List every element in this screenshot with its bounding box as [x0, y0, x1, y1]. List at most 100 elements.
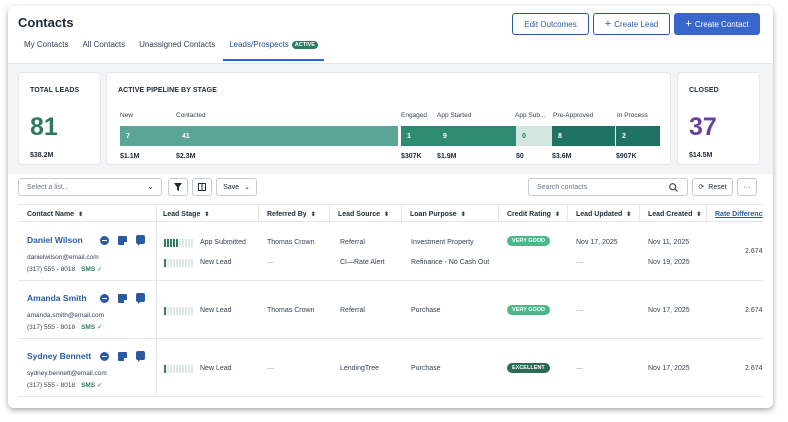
edit-outcomes-button[interactable]: Edit Outcomes — [512, 13, 589, 35]
message-icon[interactable] — [136, 351, 145, 362]
meter-segment — [164, 239, 166, 247]
rate-difference: 2.674 — [745, 307, 763, 314]
note-icon[interactable] — [118, 352, 127, 361]
column-header[interactable]: Rate Difference — [715, 205, 763, 223]
stage-amount: $2.3M — [176, 153, 196, 160]
meter-segment — [188, 307, 190, 315]
lead-updated: — — [576, 365, 583, 372]
meter-segment — [176, 307, 178, 315]
stage-count: 7 — [126, 132, 130, 140]
meter-segment — [173, 239, 175, 247]
meter-segment — [176, 365, 178, 373]
rate-difference: 2.674 — [745, 248, 763, 255]
active-badge: ACTIVE — [291, 41, 318, 49]
sms-label: SMS — [81, 382, 96, 389]
message-icon[interactable] — [136, 235, 145, 246]
filter-button[interactable] — [168, 178, 188, 196]
create-lead-button[interactable]: + Create Lead — [593, 13, 670, 35]
column-header[interactable]: Credit Rating ⬍ — [507, 205, 560, 223]
meter-segment — [173, 307, 175, 315]
stage-bar[interactable]: 7 — [120, 126, 176, 146]
tab-leads-prospects-label: Leads/Prospects — [229, 40, 289, 49]
message-icon[interactable] — [136, 293, 145, 304]
more-options-button[interactable]: ··· — [737, 178, 757, 196]
column-header[interactable]: Lead Source ⬍ — [338, 205, 389, 223]
call-icon[interactable] — [100, 236, 109, 245]
stage-bar[interactable]: 8 — [552, 126, 615, 146]
contact-name-link[interactable]: Daniel Wilson — [27, 235, 83, 245]
page-header: Contacts My Contacts All Contacts Unassi… — [8, 6, 773, 64]
column-divider — [401, 205, 402, 223]
summary-panel: TOTAL LEADS 81 $38.2M ACTIVE PIPELINE BY… — [8, 64, 773, 174]
note-icon[interactable] — [118, 236, 127, 245]
reset-button[interactable]: ⟳ Reset — [692, 178, 733, 196]
column-header-label: Referred By — [267, 210, 307, 218]
loan-purpose: Purchase — [411, 307, 441, 314]
check-icon: ✓ — [95, 324, 103, 331]
lead-stage-text: App Submitted — [200, 239, 246, 246]
meter-segment — [170, 307, 172, 315]
table-row[interactable]: Sydney Bennett sydney.bennett@email.com (3… — [18, 339, 763, 397]
stage-bar[interactable]: 1 — [401, 126, 437, 146]
call-icon[interactable] — [100, 352, 109, 361]
stage-label: App Started — [437, 112, 472, 119]
total-leads-amount: $38.2M — [30, 152, 54, 159]
plus-icon: + — [604, 17, 612, 30]
tab-all-contacts[interactable]: All Contacts — [76, 40, 131, 61]
column-header[interactable]: Lead Updated ⬍ — [576, 205, 631, 223]
call-icon[interactable] — [100, 294, 109, 303]
column-header[interactable]: Lead Stage ⬍ — [163, 205, 209, 223]
tab-my-contacts[interactable]: My Contacts — [18, 40, 74, 61]
search-icon — [669, 183, 678, 192]
columns-button[interactable] — [192, 178, 212, 196]
sms-label: SMS — [81, 266, 96, 273]
search-input[interactable] — [528, 178, 688, 196]
column-header[interactable]: Lead Created ⬍ — [648, 205, 701, 223]
meter-segment — [167, 365, 169, 373]
tab-unassigned-contacts[interactable]: Unassigned Contacts — [133, 40, 221, 61]
stage-bar[interactable]: 0 — [516, 126, 552, 146]
list-select[interactable]: Select a list... ⌄ — [18, 178, 162, 196]
total-leads-card[interactable]: TOTAL LEADS 81 $38.2M — [18, 72, 101, 165]
more-icon: ··· — [743, 183, 751, 191]
column-header[interactable]: Referred By ⬍ — [267, 205, 316, 223]
column-header[interactable]: Contact Name ⬍ — [27, 205, 83, 223]
stage-count: 8 — [558, 132, 562, 140]
column-divider — [156, 205, 157, 223]
stage-label: Engaged — [401, 112, 428, 119]
referred-by: Thomas Crown — [267, 239, 315, 246]
create-contact-button[interactable]: + Create Contact — [674, 13, 760, 35]
save-view-button[interactable]: Save ⌄ — [216, 178, 257, 196]
referred-by: Thomas Crown — [267, 307, 315, 314]
stage-bar[interactable]: 2 — [616, 126, 660, 146]
column-header[interactable]: Loan Purpose ⬍ — [410, 205, 466, 223]
stage-bar[interactable]: 9 — [437, 126, 519, 146]
closed-card[interactable]: CLOSED 37 $14.5M — [677, 72, 760, 165]
table-row[interactable]: Daniel Wilson danielwilson@email.com (317)… — [18, 223, 763, 281]
save-label: Save — [223, 183, 240, 191]
table-header: Contact Name ⬍ Lead Stage ⬍ Referred By ⬍ Lead… — [18, 204, 763, 223]
stage-label: Pre-Approved — [553, 112, 594, 119]
stage-amount: $1.9M — [437, 153, 457, 160]
phone-number: (317) 555 - 8018 — [27, 266, 76, 273]
lead-stage-meter — [164, 239, 193, 247]
contact-name-link[interactable]: Amanda Smith — [27, 293, 87, 303]
contact-phone: (317) 555 - 8018 SMS ✓ — [27, 381, 102, 389]
chevron-down-icon: ⌄ — [147, 182, 154, 191]
tab-leads-prospects[interactable]: Leads/Prospects ACTIVE — [223, 40, 324, 61]
check-icon: ✓ — [95, 266, 103, 273]
table-row[interactable]: Amanda Smith amanda.smith@email.com (317) … — [18, 281, 763, 339]
stage-amount: $3.6M — [552, 153, 572, 160]
meter-segment — [173, 365, 175, 373]
meter-segment — [176, 259, 178, 267]
note-icon[interactable] — [118, 294, 127, 303]
contact-name-link[interactable]: Sydney Bennett — [27, 351, 91, 361]
stage-bar[interactable]: 41 — [176, 126, 398, 146]
column-divider — [156, 223, 157, 281]
lead-created: Nov 17, 2025 — [648, 365, 690, 372]
lead-source: CI—Rate Alert — [340, 259, 385, 266]
lead-updated: Nov 17, 2025 — [576, 239, 618, 246]
meter-segment — [191, 307, 193, 315]
meter-segment — [170, 239, 172, 247]
column-header-label: Lead Created — [648, 210, 693, 218]
